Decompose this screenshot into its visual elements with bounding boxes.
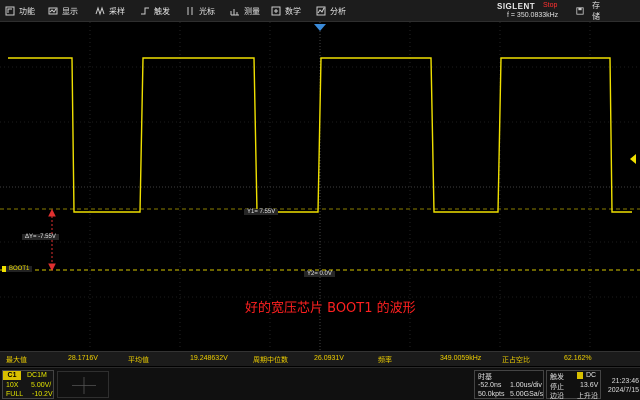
trigger-settings[interactable]: 触发 DC 停止 13.6V 边沿 上升沿 <box>546 370 601 400</box>
menu-acquire-label: 采样 <box>109 6 125 16</box>
menu-trigger[interactable]: 触发 <box>140 0 170 22</box>
meas-duty-value: 62.162% <box>564 355 592 362</box>
trigger-icon <box>141 7 149 15</box>
menu-cursor[interactable]: 光标 <box>185 0 215 22</box>
meas-duty-name: 正占空比 <box>502 357 530 364</box>
annotation-caption: 好的宽压芯片 BOOT1 的波形 <box>245 301 416 316</box>
trigger-coupling: DC <box>586 372 597 379</box>
timebase-delay: -52.0ns <box>478 382 502 389</box>
meas-max-value: 28.1716V <box>68 355 98 362</box>
trigger-channel-tag <box>577 372 583 379</box>
trigger-frequency: f = 350.0833kHz <box>507 12 559 19</box>
channel1-bandwidth: FULL <box>6 391 24 398</box>
menu-trigger-label: 触发 <box>154 6 170 16</box>
menu-cursor-label: 光标 <box>199 6 215 16</box>
trigger-type: 边沿 <box>550 393 564 400</box>
meas-max-name: 最大值 <box>6 357 27 364</box>
timebase-settings[interactable]: 时基 -52.0ns 1.00us/div 50.0kpts 5.00GSa/s <box>474 370 544 399</box>
menu-analyze-label: 分析 <box>330 6 346 16</box>
meas-freq-name: 频率 <box>378 357 392 364</box>
measurement-bar[interactable]: 最大值 28.1716V 平均值 19.248632V 周期中位数 26.093… <box>0 351 640 366</box>
status-bar: C1 DC1M 10X 5.00V/ FULL -10.2V 时基 -52.0n… <box>0 367 640 400</box>
cursor-delta-label: ΔY= -7.55V <box>22 234 59 240</box>
save-button[interactable]: 存储 <box>576 0 600 22</box>
menu-display-label: 显示 <box>62 6 78 16</box>
clock-date: 2024/7/15 <box>607 387 639 394</box>
delta-arrow <box>48 208 56 272</box>
channel1-offset: -10.2V <box>32 391 53 398</box>
menu-display[interactable]: 显示 <box>48 0 78 22</box>
menu-acquire[interactable]: 采样 <box>95 0 125 22</box>
channel-offset-marker[interactable]: BOOT1 <box>2 266 33 272</box>
channel-add-area[interactable] <box>57 371 109 398</box>
save-label: 存储 <box>592 1 600 21</box>
channel1-scale: 5.00V/ <box>31 382 52 389</box>
timebase-rate: 5.00GSa/s <box>510 391 544 398</box>
menu-math-label: 数学 <box>285 6 301 16</box>
meas-freq-value: 349.0059kHz <box>440 355 482 362</box>
measure-icon <box>230 9 239 16</box>
meas-mean-name: 平均值 <box>128 357 149 364</box>
trigger-level-marker[interactable] <box>630 154 636 164</box>
brand-logo: SIGLENT <box>497 2 536 11</box>
display-icon <box>48 7 58 15</box>
analyze-icon <box>316 6 326 16</box>
function-icon <box>5 6 15 16</box>
trigger-position-marker[interactable] <box>314 24 326 31</box>
timebase-scale: 1.00us/div <box>510 382 542 389</box>
channel1-coupling: DC1M <box>27 372 47 379</box>
menu-bar: 功能 显示 采样 触发 光标 测量 数学 分析 SIGLENT Stop f =… <box>0 0 640 22</box>
meas-period-median-value: 26.0931V <box>314 355 344 362</box>
cursor-y2-label: Y2= 0.0V <box>304 271 335 277</box>
menu-function[interactable]: 功能 <box>5 0 35 22</box>
trigger-level: 13.6V <box>580 382 599 389</box>
save-icon <box>576 7 584 15</box>
menu-function-label: 功能 <box>19 6 35 16</box>
menu-measure-label: 测量 <box>244 6 260 16</box>
channel1-probe: 10X <box>6 382 19 389</box>
menu-analyze[interactable]: 分析 <box>316 0 346 22</box>
meas-mean-value: 19.248632V <box>190 355 228 362</box>
channel1-tag: C1 <box>3 371 21 380</box>
meas-period-median-name: 周期中位数 <box>253 357 288 364</box>
acquire-icon <box>95 6 105 16</box>
channel1-settings[interactable]: C1 DC1M 10X 5.00V/ FULL -10.2V <box>2 370 54 399</box>
clock: 21:23:46 2024/7/15 <box>603 377 639 395</box>
math-icon <box>271 6 281 16</box>
trigger-title: 触发 <box>550 374 564 381</box>
timebase-title: 时基 <box>478 374 492 381</box>
timebase-points: 50.0kpts <box>478 391 505 398</box>
mini-crosshair-icon <box>72 377 96 394</box>
trigger-slope: 上升沿 <box>577 393 598 400</box>
cursor-icon <box>187 7 193 15</box>
clock-time: 21:23:46 <box>611 378 639 385</box>
run-state: Stop <box>543 2 558 9</box>
menu-measure[interactable]: 测量 <box>230 0 260 22</box>
cursor-y1-label: Y1= 7.55V <box>244 209 279 215</box>
menu-math[interactable]: 数学 <box>271 0 301 22</box>
channel1-trace <box>8 57 632 213</box>
